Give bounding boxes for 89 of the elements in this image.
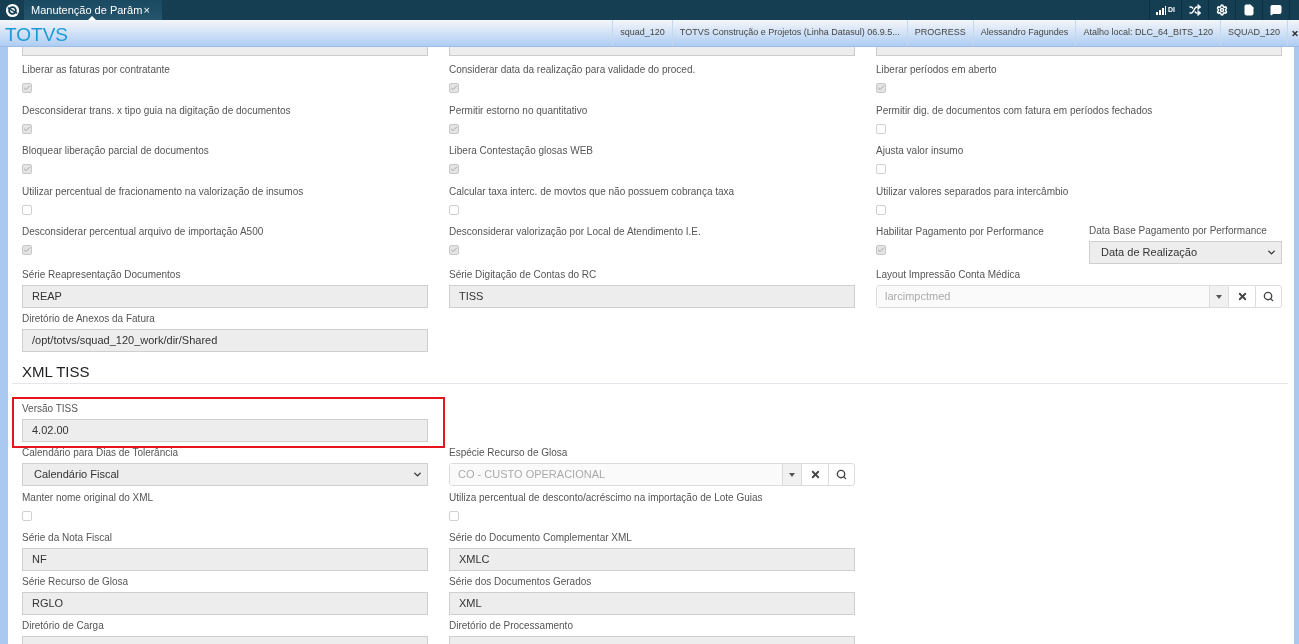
- field-label: Manter nome original do XML: [22, 491, 155, 505]
- field-label: Série Recurso de Glosa: [22, 574, 130, 589]
- field-label: Considerar data da realização para validade do proced.: [449, 63, 697, 77]
- chat-icon: [1270, 4, 1282, 16]
- checkbox[interactable]: [876, 245, 886, 255]
- checkbox[interactable]: [22, 245, 32, 255]
- field-label: Data Base Pagamento por Performance: [1089, 224, 1268, 238]
- brand-title: TOTVS: [4, 23, 68, 46]
- field-label: Permitir estorno no quantitativo: [449, 103, 589, 118]
- field-label: Calcular taxa interc. de movtos que não possuem cobrança taxa: [449, 184, 736, 199]
- checkbox[interactable]: [22, 123, 32, 134]
- input-field[interactable]: [876, 47, 1282, 56]
- session-info: Atalho local: DLC_64_BITS_120: [1075, 20, 1220, 46]
- field-label: Espécie Recurso de Glosa: [449, 446, 569, 460]
- dropdown[interactable]: Calendário Fiscal: [22, 463, 428, 486]
- field-label: Desconsiderar percentual arquivo de importação A500: [22, 225, 265, 239]
- field-label: Libera Contestação glosas WEB: [449, 144, 594, 158]
- field-label: Série Reapresentação Documentos: [22, 268, 182, 282]
- check-icon: [450, 246, 458, 254]
- session-info: SQUAD_120: [1219, 20, 1287, 46]
- chevron-down-icon: [412, 469, 423, 480]
- field-label: Utilizar valores separados para intercâmbio: [876, 184, 1070, 199]
- checkbox[interactable]: [876, 123, 886, 134]
- session-info: Alessandro Fagundes: [972, 20, 1076, 46]
- session-info: squad_120: [612, 20, 672, 46]
- checkbox[interactable]: [449, 164, 459, 174]
- input-field[interactable]: 4.02.00: [22, 419, 428, 442]
- checkbox[interactable]: [22, 83, 32, 93]
- field-label: Liberar as faturas por contratante: [22, 63, 171, 77]
- input-field[interactable]: REAP: [22, 285, 428, 308]
- field-label: Utiliza percentual de desconto/acréscimo na importação de Lote Guias: [449, 491, 764, 505]
- document-icon: [1243, 4, 1255, 16]
- field-label: Permitir dig. de documentos com fatura em períodos fechados: [876, 103, 1154, 118]
- close-tab-button[interactable]: ×: [143, 1, 150, 19]
- session-info: PROGRESS: [906, 20, 973, 46]
- input-field[interactable]: NF: [22, 547, 428, 571]
- input-field[interactable]: XMLC: [449, 547, 855, 571]
- input-field[interactable]: XML: [449, 591, 855, 615]
- checkbox[interactable]: [449, 204, 459, 215]
- checkbox[interactable]: [876, 83, 886, 93]
- field-label: Ajusta valor insumo: [876, 144, 965, 158]
- field-label: Série da Nota Fiscal: [22, 530, 114, 545]
- check-icon: [450, 165, 458, 173]
- section-heading: XML TISS: [21, 363, 91, 381]
- input-field[interactable]: RGLO: [22, 591, 428, 615]
- input-field[interactable]: /opt/totvs/squad_120_work/dir/Shared: [22, 329, 428, 352]
- shuffle-icon: [1189, 4, 1201, 16]
- session-info: TOTVS Construção e Projetos (Linha Datasul) 06.9.5...: [671, 20, 907, 46]
- tab[interactable]: Manutenção de Parâm×: [24, 0, 162, 20]
- settings-icon: [1216, 4, 1228, 16]
- check-icon: [450, 124, 458, 133]
- chevron-down-icon: [1266, 247, 1277, 258]
- input-field[interactable]: TISS: [449, 285, 855, 308]
- field-label: Utilizar percentual de fracionamento na valorização de insumos: [22, 184, 305, 199]
- field-label: Desconsiderar valorização por Local de Atendimento I.E.: [449, 225, 702, 239]
- field-label: Diretório de Carga: [22, 618, 105, 633]
- check-icon: [877, 84, 885, 92]
- field-label: Série dos Documentos Gerados: [449, 574, 593, 589]
- checkbox[interactable]: [449, 83, 459, 93]
- checkbox[interactable]: [449, 511, 459, 521]
- field-label: Bloquear liberação parcial de documentos: [22, 144, 210, 158]
- checkbox[interactable]: [449, 245, 459, 255]
- signal-icon: [1156, 5, 1166, 15]
- field-label: Desconsiderar trans. x tipo guia na digitação de documentos: [22, 103, 292, 118]
- input-field[interactable]: [449, 47, 855, 56]
- checkbox[interactable]: [22, 511, 32, 521]
- check-icon: [23, 246, 31, 254]
- checkbox[interactable]: [449, 123, 459, 134]
- checkbox[interactable]: [876, 164, 886, 174]
- check-icon: [23, 165, 31, 173]
- field-label: Diretório de Processamento: [449, 618, 574, 633]
- checkbox[interactable]: [22, 164, 32, 174]
- check-icon: [23, 124, 31, 133]
- field-label: Série do Documento Complementar XML: [449, 530, 633, 545]
- field-label: Layout Impressão Conta Médica: [876, 268, 1021, 282]
- check-icon: [450, 84, 458, 92]
- field-label: Diretório de Anexos da Fatura: [22, 312, 156, 326]
- check-icon: [23, 84, 31, 92]
- check-icon: [877, 246, 885, 254]
- field-label: Calendário para Dias de Tolerância: [22, 446, 180, 460]
- field-label: Série Digitação de Contas do RC: [449, 268, 598, 282]
- checkbox[interactable]: [876, 204, 886, 215]
- close-icon[interactable]: [1291, 28, 1299, 38]
- checkbox[interactable]: [22, 204, 32, 215]
- field-label: Habilitar Pagamento por Performance: [876, 225, 1045, 239]
- field-label: Liberar períodos em aberto: [876, 63, 998, 77]
- dropdown[interactable]: Data de Realização: [1089, 241, 1282, 264]
- input-field[interactable]: [22, 47, 428, 56]
- field-label: Versão TISS: [22, 402, 79, 416]
